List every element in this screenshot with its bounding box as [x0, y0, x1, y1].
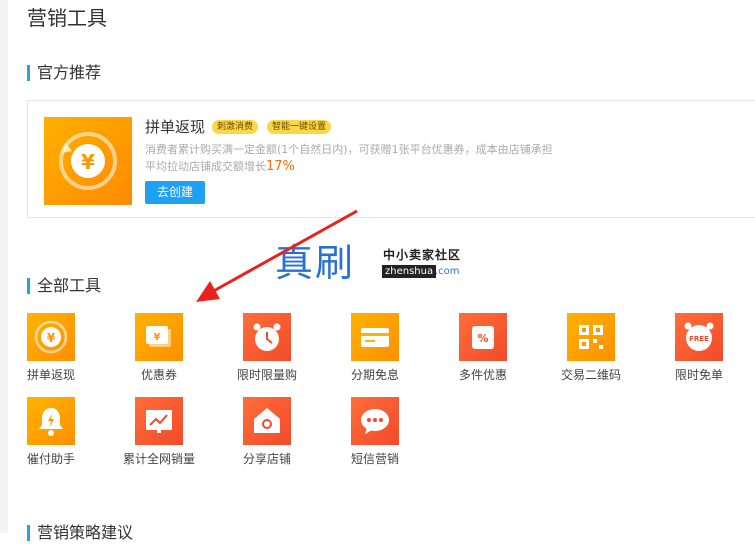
credit-card-icon: [351, 313, 399, 361]
sms-icon: [351, 397, 399, 445]
tool-item-sms-marketing[interactable]: 短信营销: [325, 397, 425, 473]
tool-item-total-sales[interactable]: 累计全网销量: [109, 397, 209, 473]
refund-coin-icon: ¥: [27, 313, 75, 361]
watermark-tld: .com: [435, 266, 460, 277]
svg-text:¥: ¥: [81, 150, 95, 174]
feature-card: ¥ 拼单返现 刺激消费 智能一键设置 消费者累计购买满一定金额(1个自然日内)，…: [27, 100, 755, 218]
tool-label: 限时免单: [674, 368, 723, 382]
qr-code-icon: [567, 313, 615, 361]
coupon-icon: ¥: [135, 313, 183, 361]
tool-item-share-shop[interactable]: 分享店铺: [217, 397, 317, 473]
tool-item-flash-sale[interactable]: 限时限量购: [217, 313, 317, 389]
sales-chart-icon: [135, 397, 183, 445]
tool-item-refund[interactable]: ¥ 拼单返现: [1, 313, 101, 389]
tool-label: 催付助手: [26, 452, 75, 466]
tool-label: 短信营销: [350, 452, 399, 466]
svg-text:FREE: FREE: [689, 335, 709, 343]
tool-item-coupon[interactable]: ¥ 优惠券: [109, 313, 209, 389]
tool-label: 累计全网销量: [122, 452, 195, 466]
section-title-recommended: 官方推荐: [27, 62, 101, 84]
svg-text:%: %: [477, 332, 488, 345]
tool-label: 交易二维码: [560, 368, 621, 382]
section-title-strategy: 营销策略建议: [27, 522, 133, 544]
tool-item-multi-discount[interactable]: % 多件优惠: [433, 313, 533, 389]
page-title: 营销工具: [27, 6, 107, 30]
section-title-all-tools: 全部工具: [27, 275, 101, 297]
tool-label: 多件优惠: [458, 368, 507, 382]
tool-label: 限时限量购: [236, 368, 297, 382]
share-shop-icon: [243, 397, 291, 445]
tool-item-payment-reminder[interactable]: 催付助手: [1, 397, 101, 473]
tool-item-free-order[interactable]: FREE 限时免单: [649, 313, 749, 389]
tool-item-installment[interactable]: 分期免息: [325, 313, 425, 389]
feature-title: 拼单返现: [145, 118, 206, 136]
alarm-clock-icon: [243, 313, 291, 361]
refund-coin-icon: ¥: [44, 117, 132, 205]
free-clock-icon: FREE: [675, 313, 723, 361]
discount-bag-icon: %: [459, 313, 507, 361]
bell-icon: [27, 397, 75, 445]
tool-label: 拼单返现: [26, 368, 75, 382]
feature-desc: 消费者累计购买满一定金额(1个自然日内)，可获赠1张平台优惠券，成本由店铺承担: [145, 143, 553, 156]
growth-value: 17%: [266, 159, 295, 174]
watermark-subtitle: 中小卖家社区: [383, 248, 462, 262]
watermark-domain: zhenshua: [382, 265, 437, 278]
feature-tag: 刺激消费: [212, 120, 259, 134]
feature-desc-growth: 平均拉动店铺成交额增长17%: [145, 159, 295, 174]
tool-item-qr-code[interactable]: 交易二维码: [541, 313, 641, 389]
tool-label: 分期免息: [350, 368, 399, 382]
create-button[interactable]: 去创建: [145, 181, 205, 204]
tool-label: 优惠券: [140, 368, 177, 382]
feature-tag: 智能一键设置: [267, 120, 332, 134]
svg-text:¥: ¥: [154, 332, 161, 343]
growth-prefix: 平均拉动店铺成交额增长: [145, 160, 266, 173]
svg-text:¥: ¥: [47, 331, 56, 345]
tool-label: 分享店铺: [242, 452, 291, 466]
annotation-arrow-icon: [196, 209, 358, 302]
